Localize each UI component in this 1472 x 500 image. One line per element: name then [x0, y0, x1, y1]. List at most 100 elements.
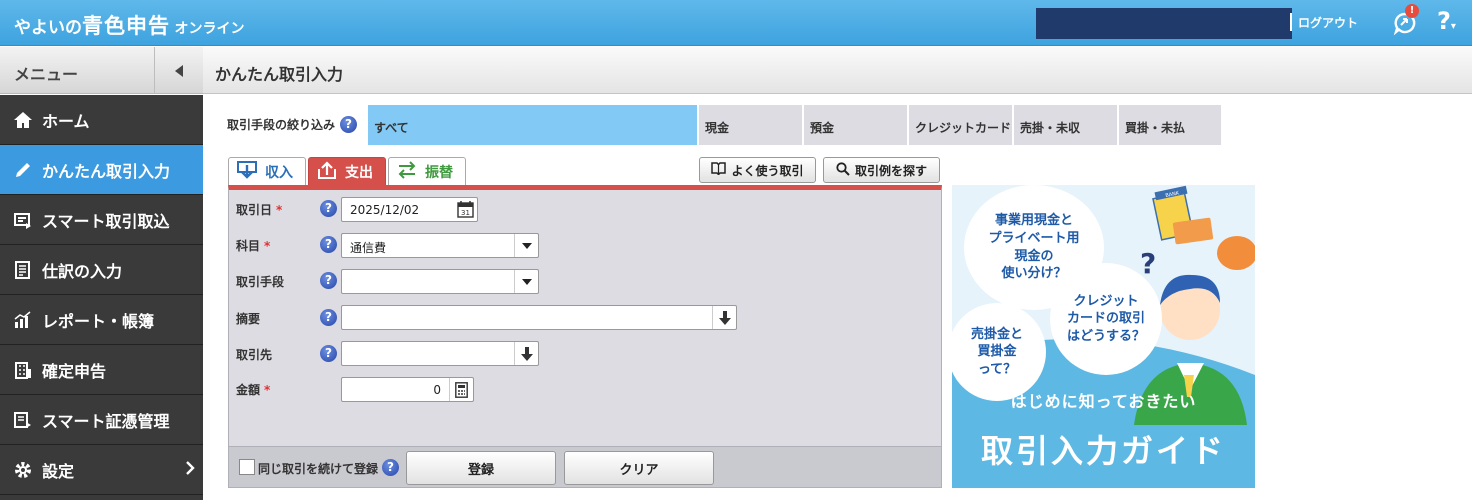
method-label: 取引手段 [236, 273, 284, 290]
download-icon [237, 160, 257, 183]
date-value: 2025/12/02 [350, 203, 420, 217]
pencil-icon [12, 159, 34, 181]
date-label: 取引日 * [236, 201, 282, 218]
sidebar-item-reports[interactable]: レポート・帳簿 [0, 295, 203, 345]
required-mark: * [264, 239, 271, 253]
help-icon[interactable]: ? [382, 459, 399, 476]
filter-tab-credit-card[interactable]: クレジットカード [909, 105, 1014, 145]
tab-label: 収入 [265, 164, 293, 181]
journal-icon [12, 259, 34, 281]
book-icon [711, 162, 727, 178]
help-icon[interactable]: ?▾ [1437, 7, 1456, 35]
amount-label: 金額 * [236, 381, 270, 398]
filter-tab-cash[interactable]: 現金 [699, 105, 804, 145]
amount-field[interactable]: 0 [341, 377, 474, 402]
sidebar-item-label: 仕訳の入力 [42, 261, 123, 281]
svg-text:?: ? [1140, 247, 1156, 280]
arrow-down-icon[interactable] [514, 342, 538, 365]
tab-income[interactable]: 収入 [228, 157, 306, 185]
tab-transfer[interactable]: 振替 [388, 157, 466, 185]
partner-label-text: 取引先 [236, 348, 273, 362]
filter-label: 取引手段の絞り込み ? [227, 116, 358, 133]
sidebar-item-label: 確定申告 [42, 361, 107, 381]
memo-label-text: 摘要 [236, 312, 261, 326]
required-mark: * [276, 203, 283, 217]
help-icon[interactable]: ? [340, 116, 358, 133]
speech-bubble: 売掛金と 買掛金 って？ [952, 303, 1046, 401]
user-name-redacted [1036, 8, 1292, 39]
banner-title: 取引入力ガイド [980, 432, 1226, 470]
logo-text: やよいの [14, 18, 82, 38]
sidebar-item-easy-entry[interactable]: かんたん取引入力 [0, 145, 203, 195]
sidebar-item-tax-return[interactable]: 確定申告 [0, 345, 203, 395]
gear-icon [12, 459, 34, 481]
frequent-transactions-button[interactable]: よく使う取引 [699, 157, 816, 183]
chevron-down-icon [514, 270, 538, 293]
search-examples-button[interactable]: 取引例を探す [823, 157, 940, 183]
logo-text-sub: オンライン [174, 21, 245, 37]
help-icon[interactable]: ? [320, 309, 337, 326]
sidebar-item-journal[interactable]: 仕訳の入力 [0, 245, 203, 295]
triangle-left-icon [175, 64, 183, 77]
arrow-down-icon[interactable] [712, 306, 736, 329]
sidebar-item-settings[interactable]: 設定 [0, 445, 203, 495]
divider [1290, 13, 1292, 31]
calculator-icon[interactable] [449, 378, 473, 401]
amount-label-text: 金額 [236, 383, 261, 397]
import-icon [12, 209, 34, 231]
chart-icon [12, 309, 34, 331]
filter-tab-label: すべて [374, 121, 409, 135]
help-icon[interactable]: ? [320, 272, 337, 289]
sidebar-item-home[interactable]: ホーム [0, 95, 203, 145]
upload-icon [317, 160, 337, 183]
app-logo[interactable]: やよいの青色申告 オンライン [14, 10, 245, 40]
filter-tab-payable[interactable]: 買掛・未払 [1119, 105, 1223, 145]
date-field[interactable]: 2025/12/02 31 [341, 197, 478, 222]
account-select[interactable]: 通信費 [341, 233, 539, 258]
memo-field[interactable] [341, 305, 737, 330]
search-examples-label: 取引例を探す [854, 163, 927, 178]
sidebar-item-label: ホーム [42, 111, 90, 131]
account-label: 科目 * [236, 237, 270, 254]
menu-header: メニュー [0, 47, 203, 94]
partner-field[interactable] [341, 341, 539, 366]
tab-expense[interactable]: 支出 [308, 157, 386, 185]
clear-button[interactable]: クリア [564, 451, 714, 485]
transaction-guide-banner[interactable]: BANK ? 事業用現金と プライベート用 現金の 使い分け？ クレジット カー… [952, 185, 1255, 488]
search-icon [836, 161, 850, 179]
help-icon[interactable]: ? [320, 236, 337, 253]
bank-icon: BANK [1152, 185, 1214, 245]
page-header: かんたん取引入力 [203, 47, 1472, 94]
partner-label: 取引先 [236, 346, 272, 363]
filter-tab-deposit[interactable]: 預金 [804, 105, 909, 145]
help-icon[interactable]: ? [320, 200, 337, 217]
logout-label: ログアウト [1298, 15, 1359, 30]
collapse-menu-button[interactable] [154, 47, 203, 94]
logout-link[interactable]: ログアウト [1290, 13, 1358, 31]
account-label-text: 科目 [236, 239, 261, 253]
app-header: やよいの青色申告 オンライン ログアウト ! ?▾ [0, 0, 1472, 46]
filter-tab-all[interactable]: すべて [368, 105, 699, 145]
clear-label: クリア [619, 462, 659, 478]
chevron-down-icon [514, 234, 538, 257]
filter-label-text: 取引手段の絞り込み [227, 118, 336, 132]
notification-badge: ! [1405, 4, 1419, 18]
memo-label: 摘要 [236, 310, 260, 327]
sidebar-item-voucher[interactable]: スマート証憑管理 [0, 395, 203, 445]
register-button[interactable]: 登録 [406, 451, 556, 485]
filter-tab-receivable[interactable]: 売掛・未収 [1014, 105, 1119, 145]
amount-value: 0 [433, 383, 441, 397]
help-icon[interactable]: ? [320, 345, 337, 362]
continue-label: 同じ取引を続けて登録 [258, 462, 379, 476]
account-value: 通信費 [350, 241, 387, 255]
building-icon [12, 359, 34, 381]
transaction-form [228, 185, 942, 488]
chevron-right-icon [185, 460, 195, 480]
document-icon [12, 409, 34, 431]
continue-checkbox[interactable] [239, 459, 255, 475]
calendar-icon[interactable]: 31 [453, 198, 477, 221]
sidebar-item-smart-import[interactable]: スマート取引取込 [0, 195, 203, 245]
method-select[interactable] [341, 269, 539, 294]
sidebar-item-label: 設定 [42, 461, 75, 481]
frequent-label: よく使う取引 [731, 163, 804, 178]
